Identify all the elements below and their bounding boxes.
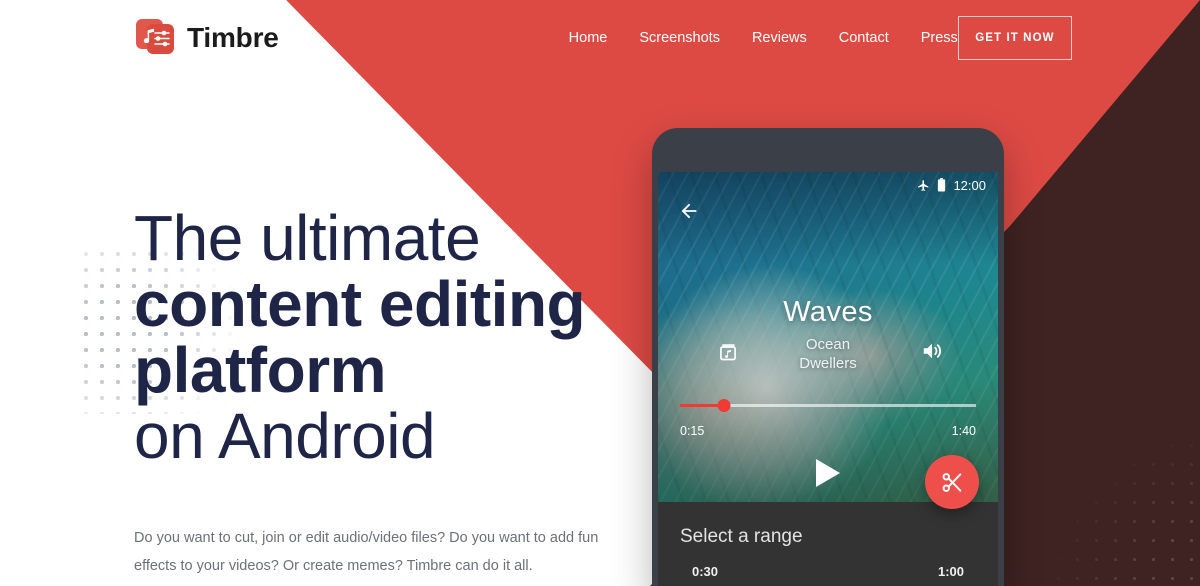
status-bar: 12:00: [658, 172, 998, 198]
status-time: 12:00: [953, 177, 986, 193]
back-arrow-icon[interactable]: [678, 200, 700, 222]
playlist-icon[interactable]: [718, 342, 738, 362]
video-preview[interactable]: 12:00 Waves Ocean Dwellers 0:15 1:40: [658, 172, 998, 502]
main-navigation: Home Screenshots Reviews Contact Press: [569, 30, 958, 46]
phone-screen: 12:00 Waves Ocean Dwellers 0:15 1:40 Sel…: [658, 172, 998, 586]
battery-icon: [938, 178, 946, 192]
phone-mockup: 12:00 Waves Ocean Dwellers 0:15 1:40 Sel…: [652, 128, 1004, 586]
video-subtitle-line-1: Ocean: [805, 336, 851, 353]
range-panel-title: Select a range: [680, 526, 803, 547]
scissors-icon: [942, 472, 961, 492]
headline-line-1: The ultimate: [134, 202, 481, 274]
timbre-logo-icon: [136, 19, 174, 57]
video-subtitle-line-2: Dwellers: [799, 354, 857, 372]
nav-item-reviews[interactable]: Reviews: [752, 30, 807, 46]
seek-bar[interactable]: [680, 399, 976, 412]
hero-subtitle: Do you want to cut, join or edit audio/v…: [134, 530, 599, 575]
nav-item-screenshots[interactable]: Screenshots: [639, 30, 720, 46]
range-end-time: 1:00: [937, 564, 964, 579]
duration-time: 1:40: [951, 424, 976, 438]
cut-fab-button[interactable]: [925, 455, 979, 509]
headline-line-3: platform: [134, 333, 387, 406]
brand-name: Timbre: [187, 22, 279, 53]
equalizer-icon: [154, 30, 170, 47]
airplane-mode-icon: [918, 179, 929, 191]
range-panel: Select a range 0:30 1:00: [658, 502, 998, 586]
play-icon[interactable]: [815, 458, 841, 488]
headline-line-4: on Android: [134, 399, 436, 472]
site-header: Timbre Home Screenshots Reviews Contact …: [0, 0, 1200, 76]
brand-logo[interactable]: Timbre: [136, 19, 279, 57]
range-start-time: 0:30: [692, 564, 719, 579]
get-it-now-button[interactable]: GET IT NOW: [957, 16, 1072, 60]
page-root: Timbre Home Screenshots Reviews Contact …: [0, 0, 1200, 586]
nav-item-contact[interactable]: Contact: [839, 30, 889, 46]
volume-icon[interactable]: [920, 340, 944, 362]
video-title: Waves: [783, 296, 873, 328]
headline-line-2: content editing: [134, 267, 586, 340]
nav-item-press[interactable]: Press: [921, 30, 958, 46]
maroon-dot-pattern: [1030, 436, 1200, 586]
video-subtitle: Ocean Dwellers: [658, 336, 998, 374]
hero-heading: The ultimate content editing platform on…: [134, 202, 604, 472]
nav-item-home[interactable]: Home: [569, 30, 608, 46]
elapsed-time: 0:15: [680, 424, 705, 438]
seek-handle[interactable]: [717, 399, 731, 412]
